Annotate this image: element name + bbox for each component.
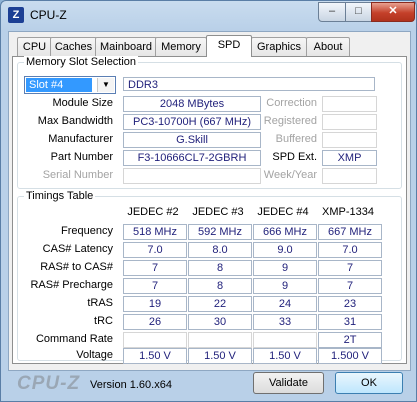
chevron-down-icon[interactable]: ▼ xyxy=(97,78,114,92)
tab-memory[interactable]: Memory xyxy=(155,37,207,56)
timing-cell: 31 xyxy=(318,314,382,330)
timing-cell xyxy=(188,332,252,348)
timing-cell: 23 xyxy=(318,296,382,312)
timing-row-label: Command Rate xyxy=(35,333,113,345)
timing-cell: 22 xyxy=(188,296,252,312)
timing-cell: 666 MHz xyxy=(253,224,317,240)
version-label: Version 1.60.x64 xyxy=(90,379,172,391)
registered-value xyxy=(322,114,377,130)
timing-cell: 7 xyxy=(318,260,382,276)
timing-cell: 2T xyxy=(318,332,382,348)
cpuz-brand-logo: CPU-Z xyxy=(17,373,81,394)
timing-col-jedec4: JEDEC #4 xyxy=(257,206,309,218)
timing-cell: 9 xyxy=(253,260,317,276)
memory-type-value: DDR3 xyxy=(123,77,375,91)
timing-cell: 1.50 V xyxy=(188,348,252,364)
timing-cell: 1.50 V xyxy=(123,348,187,364)
timing-cell: 8 xyxy=(188,260,252,276)
slot-select[interactable]: Slot #4 ▼ xyxy=(24,76,116,94)
week-year-value xyxy=(322,168,377,184)
timing-row-label: Voltage xyxy=(76,349,113,361)
serial-number-value xyxy=(123,168,261,184)
timings-group-title: Timings Table xyxy=(24,190,96,202)
registered-label: Registered xyxy=(263,115,317,127)
tab-graphics[interactable]: Graphics xyxy=(251,37,307,56)
ok-button[interactable]: OK xyxy=(335,372,403,394)
maximize-button[interactable]: □ xyxy=(345,2,372,22)
tab-spd[interactable]: SPD xyxy=(206,35,252,57)
correction-label: Correction xyxy=(266,97,317,109)
tab-cpu[interactable]: CPU xyxy=(17,37,52,56)
timing-cell: 1.500 V xyxy=(318,348,382,364)
timing-row-label: RAS# to CAS# xyxy=(40,261,113,273)
title-bar[interactable]: Z CPU-Z – □ ✕ xyxy=(1,1,416,31)
max-bandwidth-value: PC3-10700H (667 MHz) xyxy=(123,114,261,130)
spd-ext-value: XMP xyxy=(322,150,377,166)
timing-row-label: tRAS xyxy=(87,297,113,309)
timing-cell: 24 xyxy=(253,296,317,312)
timing-cell: 19 xyxy=(123,296,187,312)
timing-cell: 26 xyxy=(123,314,187,330)
serial-number-label: Serial Number xyxy=(42,169,113,181)
client-area: CPU Caches Mainboard Memory SPD Graphics… xyxy=(8,31,411,371)
timing-row-label: tRC xyxy=(94,315,113,327)
slot-select-value: Slot #4 xyxy=(26,78,92,92)
cpuz-window: Z CPU-Z – □ ✕ CPU Caches Mainboard Memor… xyxy=(0,0,417,402)
timing-col-jedec3: JEDEC #3 xyxy=(192,206,244,218)
timing-row-label: Frequency xyxy=(61,225,113,237)
timing-cell xyxy=(253,332,317,348)
spd-panel: Memory Slot Selection Slot #4 ▼ DDR3 Mod… xyxy=(12,56,407,364)
timing-cell: 9 xyxy=(253,278,317,294)
timing-cell: 7.0 xyxy=(318,242,382,258)
spd-ext-label: SPD Ext. xyxy=(272,151,317,163)
timing-cell: 8 xyxy=(188,278,252,294)
module-size-label: Module Size xyxy=(52,97,113,109)
tab-about[interactable]: About xyxy=(306,37,350,56)
tab-mainboard[interactable]: Mainboard xyxy=(95,37,157,56)
module-size-value: 2048 MBytes xyxy=(123,96,261,112)
timing-cell: 667 MHz xyxy=(318,224,382,240)
timing-cell: 9.0 xyxy=(253,242,317,258)
week-year-label: Week/Year xyxy=(263,169,317,181)
manufacturer-label: Manufacturer xyxy=(48,133,113,145)
timing-cell xyxy=(123,332,187,348)
correction-value xyxy=(322,96,377,112)
timing-row-label: RAS# Precharge xyxy=(30,279,113,291)
tab-caches[interactable]: Caches xyxy=(50,37,97,56)
cpuz-app-icon: Z xyxy=(8,7,24,23)
timing-cell: 8.0 xyxy=(188,242,252,258)
timing-cell: 1.50 V xyxy=(253,348,317,364)
memory-slot-group-title: Memory Slot Selection xyxy=(24,56,139,68)
minimize-button[interactable]: – xyxy=(318,2,346,22)
max-bandwidth-label: Max Bandwidth xyxy=(37,115,113,127)
manufacturer-value: G.Skill xyxy=(123,132,261,148)
close-button[interactable]: ✕ xyxy=(371,2,415,22)
validate-button[interactable]: Validate xyxy=(253,372,324,394)
timing-cell: 592 MHz xyxy=(188,224,252,240)
timing-col-xmp1334: XMP-1334 xyxy=(322,206,374,218)
buffered-label: Buffered xyxy=(275,133,317,145)
buffered-value xyxy=(322,132,377,148)
part-number-label: Part Number xyxy=(50,151,113,163)
part-number-value: F3-10666CL7-2GBRH xyxy=(123,150,261,166)
timing-cell: 7 xyxy=(123,278,187,294)
timing-col-jedec2: JEDEC #2 xyxy=(127,206,179,218)
timing-cell: 33 xyxy=(253,314,317,330)
timing-cell: 30 xyxy=(188,314,252,330)
timing-row-label: CAS# Latency xyxy=(42,243,113,255)
timing-cell: 7 xyxy=(318,278,382,294)
timing-cell: 518 MHz xyxy=(123,224,187,240)
window-title: CPU-Z xyxy=(30,8,67,22)
timing-cell: 7 xyxy=(123,260,187,276)
timing-cell: 7.0 xyxy=(123,242,187,258)
